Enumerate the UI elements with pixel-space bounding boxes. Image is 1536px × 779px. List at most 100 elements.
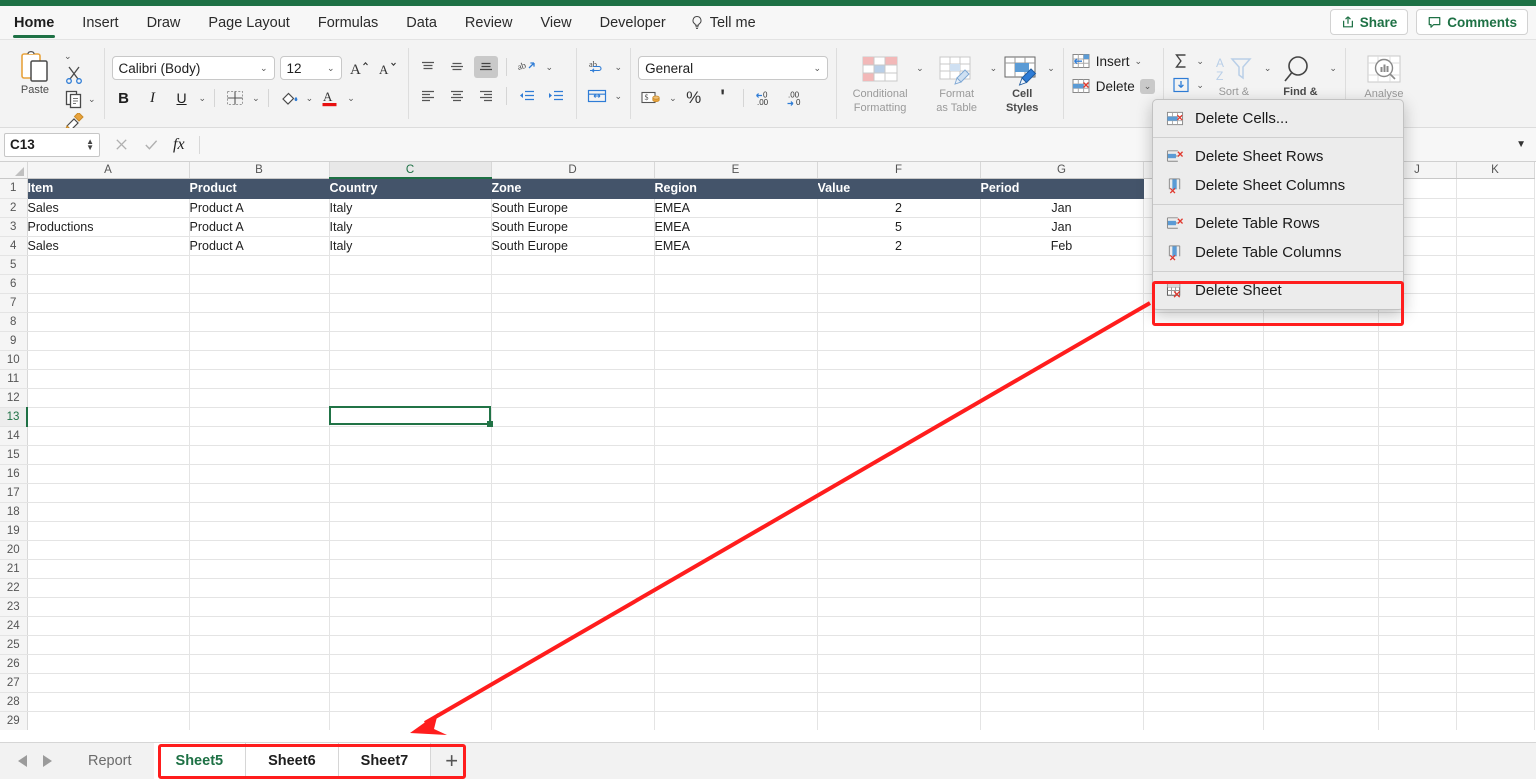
grid-cell[interactable]	[654, 540, 818, 560]
row-header-1[interactable]: 1	[0, 179, 28, 199]
grid-cell[interactable]	[817, 654, 981, 674]
menu-item-delete-table-rows[interactable]: Delete Table Rows	[1153, 209, 1403, 238]
row-header-27[interactable]: 27	[0, 673, 28, 693]
grid-cell[interactable]	[654, 559, 818, 579]
grid-cell[interactable]	[491, 407, 655, 427]
grid-cell[interactable]	[1456, 597, 1535, 617]
ribbon-tab-developer[interactable]: Developer	[586, 6, 680, 40]
grid-cell[interactable]: Productions	[27, 217, 190, 237]
grid-cell[interactable]	[654, 673, 818, 693]
grid-cell[interactable]	[27, 464, 190, 484]
grid-cell[interactable]	[491, 559, 655, 579]
grid-cell[interactable]	[980, 597, 1144, 617]
grid-cell[interactable]	[1263, 369, 1379, 389]
name-box-spinner[interactable]: ▲ ▼	[86, 137, 94, 151]
percent-style-button[interactable]: %	[682, 87, 706, 109]
grid-cell[interactable]	[189, 578, 330, 598]
column-header-C[interactable]: C	[329, 162, 492, 179]
grid-cell[interactable]	[654, 502, 818, 522]
grid-cell[interactable]	[817, 578, 981, 598]
grid-cell[interactable]	[1456, 521, 1535, 541]
grid-cell[interactable]	[329, 711, 492, 730]
grid-cell[interactable]	[1378, 616, 1457, 636]
grid-cell[interactable]	[27, 616, 190, 636]
grid-cell[interactable]	[817, 673, 981, 693]
grid-cell[interactable]	[817, 559, 981, 579]
grid-cell[interactable]	[817, 616, 981, 636]
grid-cell[interactable]	[980, 559, 1144, 579]
grid-cell[interactable]	[329, 521, 492, 541]
grid-cell[interactable]: Jan	[980, 198, 1144, 218]
grid-cell[interactable]	[1456, 274, 1535, 294]
grid-cell[interactable]	[1143, 597, 1264, 617]
grid-cell[interactable]	[329, 540, 492, 560]
grid-cell[interactable]	[1263, 673, 1379, 693]
grid-cell[interactable]	[654, 597, 818, 617]
sheet-tab-sheet7[interactable]: Sheet7	[338, 742, 432, 779]
grid-cell[interactable]	[491, 616, 655, 636]
grid-cell[interactable]	[329, 293, 492, 313]
grid-cell[interactable]	[1378, 483, 1457, 503]
grid-cell[interactable]	[1143, 502, 1264, 522]
grid-cell[interactable]	[1456, 426, 1535, 446]
grid-cell[interactable]	[27, 711, 190, 730]
grid-cell[interactable]	[1456, 578, 1535, 598]
grid-cell[interactable]	[1456, 540, 1535, 560]
grid-cell[interactable]	[1456, 445, 1535, 465]
sheet-tab-sheet5[interactable]: Sheet5	[153, 742, 247, 779]
grid-cell[interactable]	[1263, 559, 1379, 579]
grid-cell[interactable]	[1143, 331, 1264, 351]
grid-cell[interactable]	[817, 635, 981, 655]
grid-cell[interactable]	[1263, 483, 1379, 503]
ribbon-tab-review[interactable]: Review	[451, 6, 527, 40]
grid-cell[interactable]	[1263, 464, 1379, 484]
grid-cell[interactable]: Sales	[27, 198, 190, 218]
grid-cell[interactable]	[491, 312, 655, 332]
grid-cell[interactable]	[491, 540, 655, 560]
grid-cell[interactable]	[329, 597, 492, 617]
grid-cell[interactable]	[27, 426, 190, 446]
grid-cell[interactable]	[329, 312, 492, 332]
row-header-25[interactable]: 25	[0, 635, 28, 655]
grid-cell[interactable]	[1378, 540, 1457, 560]
grid-cell[interactable]	[654, 255, 818, 275]
grid-cell[interactable]	[980, 540, 1144, 560]
row-header-15[interactable]: 15	[0, 445, 28, 465]
grid-cell[interactable]	[1143, 464, 1264, 484]
grid-cell[interactable]	[817, 350, 981, 370]
column-header-B[interactable]: B	[189, 162, 330, 179]
grid-cell[interactable]	[817, 293, 981, 313]
grid-cell[interactable]	[189, 293, 330, 313]
insert-cells-button[interactable]: Insert ⌄	[1071, 52, 1156, 70]
grid-cell[interactable]: Region	[654, 179, 818, 199]
grid-cell[interactable]	[1143, 540, 1264, 560]
grid-cell[interactable]	[1456, 236, 1535, 256]
row-header-18[interactable]: 18	[0, 502, 28, 522]
grid-cell[interactable]	[1143, 711, 1264, 730]
grid-cell[interactable]	[654, 445, 818, 465]
grid-cell[interactable]	[1143, 388, 1264, 408]
grid-cell[interactable]	[27, 597, 190, 617]
grid-cell[interactable]	[1456, 711, 1535, 730]
merge-dropdown-chevron[interactable]: ⌄	[615, 91, 623, 101]
grid-cell[interactable]	[491, 426, 655, 446]
grid-cell[interactable]	[1143, 483, 1264, 503]
grid-cell[interactable]	[329, 407, 492, 427]
row-header-2[interactable]: 2	[0, 198, 28, 218]
align-middle-button[interactable]	[445, 56, 469, 78]
grid-cell[interactable]	[1456, 654, 1535, 674]
grid-cell[interactable]	[1456, 331, 1535, 351]
grid-cell[interactable]	[27, 274, 190, 294]
grid-cell[interactable]	[1263, 350, 1379, 370]
menu-item-delete-cells[interactable]: Delete Cells...	[1153, 104, 1403, 133]
row-header-20[interactable]: 20	[0, 540, 28, 560]
conditional-formatting-dropdown-chevron[interactable]: ⌄	[916, 50, 924, 73]
grid-cell[interactable]	[817, 540, 981, 560]
grid-cell[interactable]	[329, 388, 492, 408]
grid-cell[interactable]	[27, 502, 190, 522]
menu-item-delete-table-columns[interactable]: Delete Table Columns	[1153, 238, 1403, 267]
merge-and-center-button[interactable]	[584, 85, 610, 107]
grid-cell[interactable]	[1378, 464, 1457, 484]
sheet-tab-sheet6[interactable]: Sheet6	[246, 742, 339, 779]
column-header-G[interactable]: G	[980, 162, 1144, 179]
